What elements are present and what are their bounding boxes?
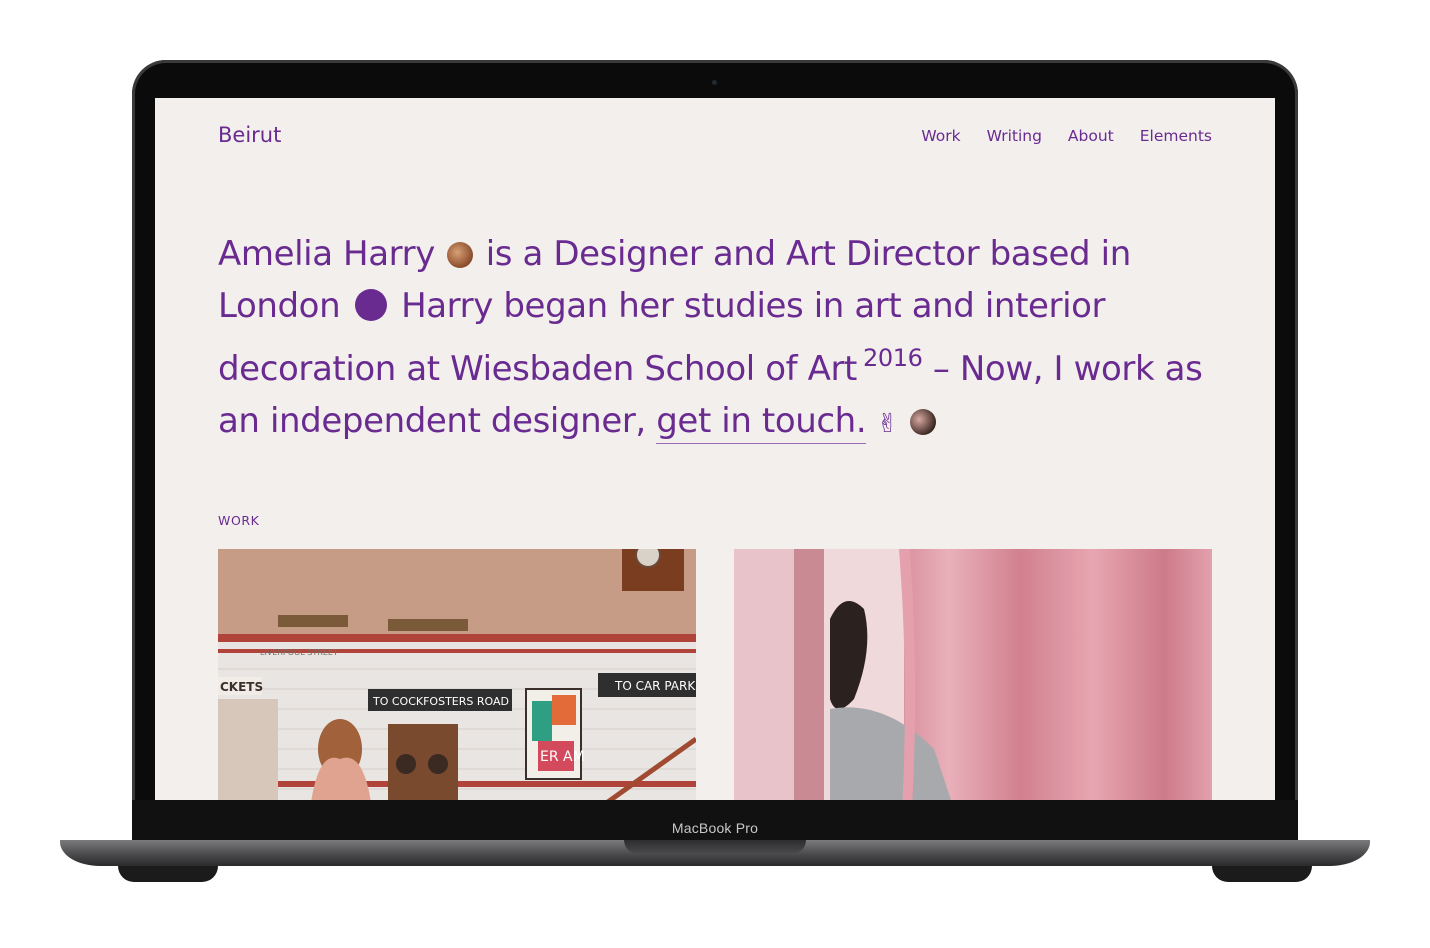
peace-hand-icon: ✌ xyxy=(876,409,899,439)
laptop-notch xyxy=(624,840,806,854)
station-photo: LIVERPOOL STREET CKETS TO COCKFOSTERS RO… xyxy=(218,549,696,800)
nav-elements-link[interactable]: Elements xyxy=(1140,127,1212,145)
work-card-curtain[interactable] xyxy=(734,549,1212,800)
avatar xyxy=(447,242,474,268)
sign-cockfosters: TO COCKFOSTERS ROAD xyxy=(372,695,509,708)
laptop-foot-left xyxy=(118,866,218,882)
poster-text: ER AM xyxy=(540,749,585,765)
nav-about-link[interactable]: About xyxy=(1068,127,1114,145)
work-card-station[interactable]: LIVERPOOL STREET CKETS TO COCKFOSTERS RO… xyxy=(218,549,696,800)
curtain-photo xyxy=(734,549,1212,800)
site-brand[interactable]: Beirut xyxy=(218,123,281,147)
purple-dot-icon xyxy=(354,289,387,321)
work-section-label: WORK xyxy=(218,513,260,528)
website-screen: Beirut Work Writing About Elements Ameli… xyxy=(155,98,1275,800)
site-nav: Work Writing About Elements xyxy=(921,127,1212,145)
laptop-foot-right xyxy=(1212,866,1312,882)
sign-liverpool-street: LIVERPOOL STREET xyxy=(260,648,338,657)
nav-work-link[interactable]: Work xyxy=(921,127,960,145)
get-in-touch-link[interactable]: get in touch. xyxy=(656,401,867,444)
hero-year: 2016 xyxy=(862,344,923,372)
sign-car-park: TO CAR PARK xyxy=(614,679,696,693)
hero-intro: Amelia Harry is a Designer and Art Direc… xyxy=(218,228,1218,450)
avatar xyxy=(910,409,937,435)
nav-writing-link[interactable]: Writing xyxy=(987,127,1042,145)
sign-tickets: CKETS xyxy=(220,680,263,694)
camera-icon xyxy=(712,80,717,85)
hero-name: Amelia Harry xyxy=(218,234,435,274)
device-label: MacBook Pro xyxy=(671,820,759,836)
